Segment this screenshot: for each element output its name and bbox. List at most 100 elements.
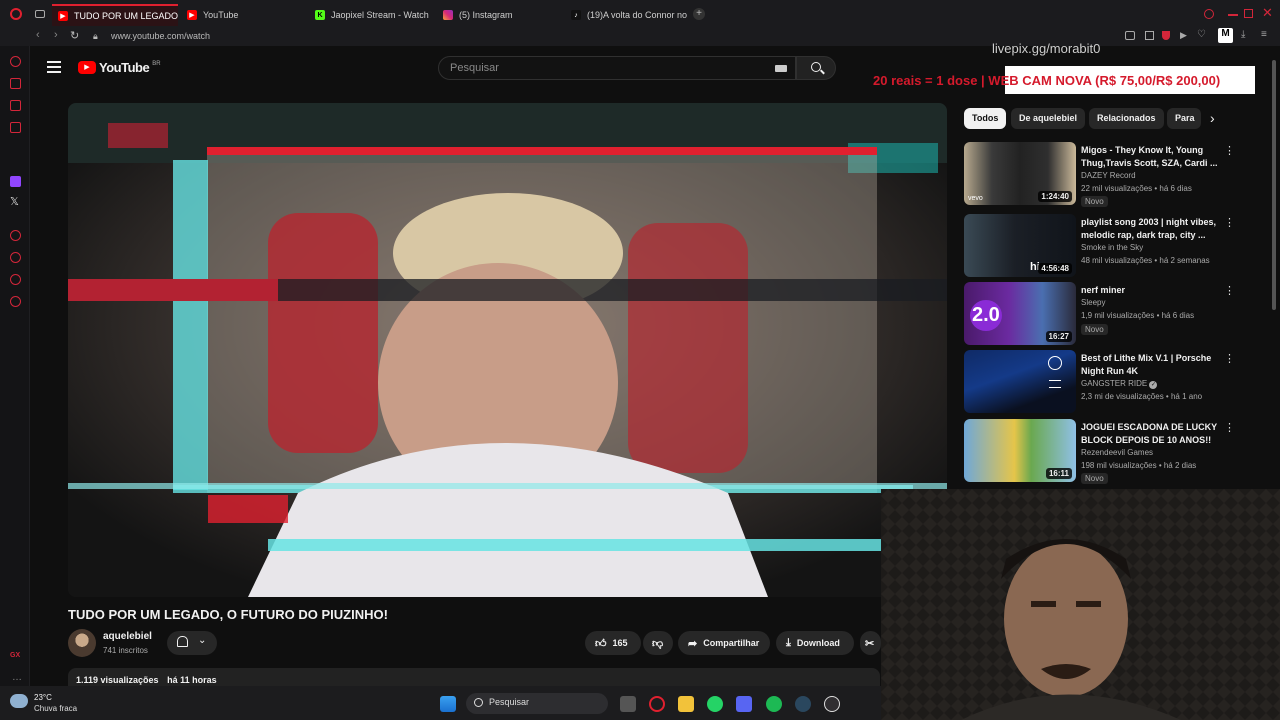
search-input[interactable]: Pesquisar — [438, 56, 796, 80]
forward-icon[interactable]: › — [54, 29, 58, 41]
recommendation-item[interactable]: hi 4:56:48 playlist song 2003 | night vi… — [964, 214, 1264, 278]
weather-text: Chuva fraca — [34, 704, 78, 713]
recommendation-item[interactable]: Best of Lithe Mix V.1 | Porsche Night Ru… — [964, 350, 1264, 414]
temperature: 23°C — [34, 693, 52, 702]
heart-icon[interactable]: ♡ — [1197, 29, 1206, 40]
more-icon[interactable]: … — [12, 672, 22, 683]
video-player[interactable] — [68, 103, 947, 597]
kick-favicon-icon: K — [315, 10, 325, 20]
tab-tiktok[interactable]: ♪ (19)A volta do Connor no — [565, 4, 689, 26]
add-to-queue-icon[interactable] — [1049, 380, 1061, 388]
snapshot-icon[interactable] — [1145, 31, 1154, 40]
weather-icon[interactable] — [10, 694, 28, 708]
scrollbar[interactable] — [1272, 60, 1276, 310]
channel-avatar[interactable] — [68, 629, 96, 657]
chip-para[interactable]: Para — [1167, 108, 1201, 129]
more-options-icon[interactable]: ⋮ — [1224, 421, 1235, 434]
tab-youtube[interactable]: ▶ YouTube — [181, 4, 303, 26]
chevron-right-icon[interactable]: › — [1210, 110, 1215, 126]
steam-icon[interactable] — [795, 696, 811, 712]
recommendation-item[interactable]: 2.0 16:27 nerf miner Sleepy 1,9 mil visu… — [964, 282, 1264, 346]
vpn-icon[interactable]: ▶ — [1180, 30, 1187, 41]
maximize-icon[interactable] — [1244, 9, 1253, 18]
hamburger-menu-icon[interactable] — [47, 61, 61, 73]
messenger-icon[interactable] — [10, 100, 21, 111]
menu-icon[interactable]: ≡ — [1261, 29, 1267, 40]
more-options-icon[interactable]: ⋮ — [1224, 144, 1235, 157]
x-icon[interactable]: 𝕏 — [10, 195, 19, 208]
settings-icon[interactable] — [10, 296, 21, 307]
player-icon[interactable] — [10, 230, 21, 241]
download-icon[interactable]: ⤓ — [1241, 29, 1245, 40]
donation-banner: 20 reais = 1 dose | WEB CAM NOVA (R$ 75,… — [857, 66, 1255, 94]
search-tabs-icon[interactable] — [1204, 9, 1214, 19]
thumbs-down-icon: 👎︎ — [652, 637, 664, 650]
video-title: TUDO POR UM LEGADO, O FUTURO DO PIUZINHO… — [68, 607, 388, 622]
chip-todos[interactable]: Todos — [964, 108, 1007, 129]
taskbar-search[interactable]: Pesquisar — [466, 693, 608, 714]
watch-later-icon[interactable] — [1048, 356, 1062, 370]
keyboard-icon[interactable] — [775, 65, 787, 72]
subscriber-count: 741 inscritos — [103, 646, 148, 655]
opera-logo-icon[interactable] — [10, 8, 22, 20]
notifications-button[interactable]: ⌄ — [167, 631, 217, 655]
more-options-icon[interactable]: ⋮ — [1224, 216, 1235, 229]
more-options-icon[interactable]: ⋮ — [1224, 284, 1235, 297]
recommendation-item[interactable]: 16:11 JOGUEI ESCADONA DE LUCKY BLOCK DEP… — [964, 419, 1264, 484]
verified-icon: ✓ — [1149, 381, 1158, 389]
history-icon[interactable] — [10, 252, 21, 263]
crypto-wallet-icon[interactable] — [10, 78, 21, 89]
bookmarks-icon[interactable] — [10, 274, 21, 285]
minimize-icon[interactable] — [1228, 14, 1238, 16]
chip-de-aquelebiel[interactable]: De aquelebiel — [1011, 108, 1086, 129]
twitch-icon[interactable] — [10, 176, 21, 187]
spotify-icon[interactable] — [766, 696, 782, 712]
new-tab-button[interactable]: + — [693, 8, 705, 20]
video-thumbnail[interactable] — [964, 350, 1076, 413]
extensions-toolbar: ▶ ♡ M ⤓ ≡ — [1125, 28, 1275, 43]
video-thumbnail[interactable]: 16:11 — [964, 419, 1076, 482]
instagram-favicon-icon — [443, 10, 453, 20]
share-icon: ➦ — [688, 637, 698, 650]
tab-video[interactable]: ▶ TUDO POR UM LEGADO, — [52, 4, 178, 26]
download-button[interactable]: ⤓ Download — [776, 631, 854, 655]
recommendation-item[interactable]: vevo 1:24:40 Migos - They Know It, Young… — [964, 142, 1264, 207]
lock-icon: 🔒︎ — [93, 31, 98, 41]
url-field[interactable]: www.youtube.com/watch — [111, 31, 210, 41]
youtube-play-icon: ▶ — [78, 61, 96, 74]
camera-icon[interactable] — [1125, 31, 1135, 40]
whatsapp-icon[interactable] — [707, 696, 723, 712]
youtube-logo[interactable]: ▶ YouTube BR — [78, 60, 161, 75]
chip-relacionados[interactable]: Relacionados — [1089, 108, 1164, 129]
like-button[interactable]: 👍︎ 165 — [585, 631, 641, 655]
tab-kick[interactable]: K Jaopixel Stream - Watch — [309, 4, 433, 26]
search-button[interactable] — [796, 56, 836, 80]
video-thumbnail[interactable]: vevo 1:24:40 — [964, 142, 1076, 205]
video-thumbnail[interactable]: 2.0 16:27 — [964, 282, 1076, 345]
close-icon[interactable]: ✕ — [1262, 5, 1273, 21]
whatsapp-icon[interactable] — [10, 122, 21, 133]
shield-icon[interactable] — [1162, 31, 1170, 40]
bell-icon — [177, 636, 188, 647]
windows-start-icon[interactable] — [440, 696, 456, 712]
extension-m-icon[interactable]: M — [1218, 28, 1233, 43]
more-options-icon[interactable]: ⋮ — [1224, 352, 1235, 365]
video-thumbnail[interactable]: hi 4:56:48 — [964, 214, 1076, 277]
dislike-button[interactable]: 👎︎ — [643, 631, 673, 655]
tab-instagram[interactable]: (5) Instagram — [437, 4, 561, 26]
reload-icon[interactable]: ↻ — [70, 29, 79, 42]
opera-sidebar: 𝕏 GX … — [0, 46, 30, 686]
tab-overview-icon[interactable] — [35, 10, 45, 18]
aria-icon[interactable] — [10, 56, 21, 67]
share-button[interactable]: ➦ Compartilhar — [678, 631, 770, 655]
browser-tab-bar: ▶ TUDO POR UM LEGADO, ▶ YouTube K Jaopix… — [0, 0, 1280, 28]
task-view-icon[interactable] — [620, 696, 636, 712]
opera-gx-icon[interactable] — [649, 696, 665, 712]
obs-icon[interactable] — [824, 696, 840, 712]
clip-button[interactable]: ✂ — [860, 631, 881, 655]
gx-icon[interactable]: GX — [10, 652, 20, 659]
channel-name[interactable]: aquelebiel — [103, 631, 152, 642]
discord-icon[interactable] — [736, 696, 752, 712]
file-explorer-icon[interactable] — [678, 696, 694, 712]
back-icon[interactable]: ‹ — [36, 29, 40, 41]
